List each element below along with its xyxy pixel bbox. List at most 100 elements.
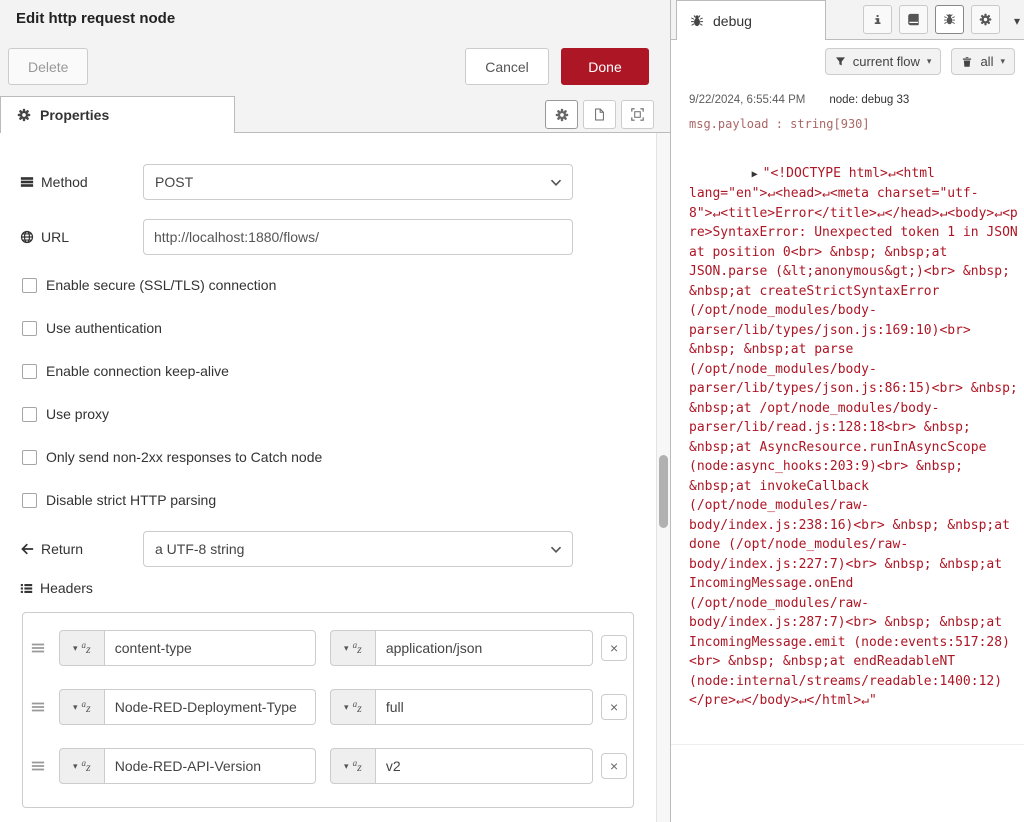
option-label: Use authentication (46, 320, 162, 336)
tab-info-button[interactable] (863, 5, 892, 34)
node-settings-button[interactable] (545, 100, 578, 129)
disable-strict-parsing-checkbox[interactable] (22, 492, 37, 508)
option-use-proxy[interactable]: Use proxy (22, 405, 109, 423)
tab-debug[interactable]: debug (676, 0, 826, 40)
tab-help-button[interactable] (899, 5, 928, 34)
message-property: msg.payload : string[930] (689, 117, 870, 131)
string-type-icon: az (81, 698, 91, 715)
return-label: Return (20, 531, 83, 567)
header-name-input[interactable] (104, 689, 317, 725)
edit-dialog: Edit http request node Delete Cancel Don… (0, 0, 670, 822)
return-select[interactable]: a UTF-8 string (143, 531, 573, 567)
arrow-left-icon (20, 542, 34, 556)
option-enable-ssl[interactable]: Enable secure (SSL/TLS) connection (22, 276, 276, 294)
tasks-icon (20, 175, 34, 189)
string-type-icon: az (352, 639, 362, 656)
string-type-icon: az (81, 639, 91, 656)
edit-panel-scrollbar[interactable] (656, 133, 670, 822)
dialog-toolbar: Delete Cancel Done (0, 37, 670, 96)
option-label: Enable connection keep-alive (46, 363, 229, 379)
string-type-icon: az (81, 757, 91, 774)
tab-properties[interactable]: Properties (0, 96, 235, 133)
caret-down-icon: ▾ (344, 642, 349, 653)
scrollbar-thumb[interactable] (659, 455, 668, 528)
caret-down-icon: ▾ (72, 701, 78, 712)
funnel-icon (835, 56, 846, 67)
gear-icon (17, 108, 31, 122)
trash-icon (961, 56, 973, 68)
remove-header-button[interactable]: × (601, 694, 627, 720)
use-proxy-checkbox[interactable] (22, 406, 37, 422)
node-description-button[interactable] (583, 100, 616, 129)
header-value-type-button[interactable]: ▾ az (329, 748, 376, 784)
header-row: ▾ az ▾ az × (23, 689, 633, 725)
caret-down-icon: ▾ (72, 760, 78, 771)
option-disable-strict-parsing[interactable]: Disable strict HTTP parsing (22, 491, 216, 509)
option-label: Enable secure (SSL/TLS) connection (46, 277, 277, 293)
header-name-type-button[interactable]: ▾ az (58, 689, 105, 725)
headers-editable-list: ▾ az ▾ az × ▾ az (22, 612, 634, 808)
expand-arrow-icon[interactable]: ▶ (752, 169, 758, 180)
header-row: ▾ az ▾ az × (23, 630, 633, 666)
debug-filter-label: current flow (852, 54, 920, 69)
tab-debug-button[interactable] (935, 5, 964, 34)
message-payload: ▶ "<!DOCTYPE html>↵<html lang="en">↵<head… (689, 144, 1023, 730)
enable-ssl-checkbox[interactable] (22, 277, 37, 293)
header-name-type-button[interactable]: ▾ az (58, 630, 105, 666)
string-type-icon: az (352, 698, 362, 715)
header-name-input[interactable] (104, 748, 317, 784)
debug-message-list: 9/22/2024, 6:55:44 PM node: debug 33 msg… (671, 82, 1024, 745)
option-label: Only send non-2xx responses to Catch nod… (46, 449, 323, 465)
bug-icon (690, 14, 704, 28)
list-icon (20, 582, 33, 595)
method-select[interactable]: POST (143, 164, 573, 200)
properties-form: Method POST URL Enable secure (SSL/TLS) … (0, 133, 656, 822)
tab-properties-label: Properties (40, 107, 110, 123)
remove-header-button[interactable]: × (601, 753, 627, 779)
debug-message: 9/22/2024, 6:55:44 PM node: debug 33 msg… (671, 82, 1024, 745)
payload-text: "<!DOCTYPE html>↵<html lang="en">↵<head>… (689, 165, 1018, 709)
caret-down-icon: ▾ (72, 642, 78, 653)
option-label: Use proxy (46, 406, 110, 422)
header-value-type-button[interactable]: ▾ az (329, 630, 376, 666)
method-value: POST (155, 174, 194, 190)
dialog-header: Edit http request node (0, 0, 670, 37)
globe-icon (20, 230, 34, 244)
drag-handle-icon[interactable] (31, 759, 53, 773)
delete-button[interactable]: Delete (8, 48, 89, 85)
option-keep-alive[interactable]: Enable connection keep-alive (22, 362, 229, 380)
option-use-authentication[interactable]: Use authentication (22, 319, 162, 337)
header-value-input[interactable] (375, 630, 594, 666)
headers-label: Headers (20, 578, 93, 598)
header-name-input[interactable] (104, 630, 317, 666)
header-value-type-button[interactable]: ▾ az (329, 689, 376, 725)
sidebar-tabbar: debug ▾ (671, 0, 1024, 40)
remove-header-button[interactable]: × (601, 635, 627, 661)
debug-filter-button[interactable]: current flow ▾ (824, 48, 942, 75)
drag-handle-icon[interactable] (31, 700, 53, 714)
done-button[interactable]: Done (561, 48, 649, 85)
edit-tabbar: Properties (0, 96, 670, 133)
keep-alive-checkbox[interactable] (22, 363, 37, 379)
tab-config-button[interactable] (971, 5, 1000, 34)
header-value-input[interactable] (375, 748, 594, 784)
cancel-button[interactable]: Cancel (465, 48, 549, 85)
drag-handle-icon[interactable] (31, 641, 53, 655)
url-label: URL (20, 219, 69, 255)
use-authentication-checkbox[interactable] (22, 320, 37, 336)
sidebar-icon-tabs (863, 5, 1000, 34)
header-value-input[interactable] (375, 689, 594, 725)
caret-down-icon: ▾ (1000, 56, 1005, 66)
caret-down-icon: ▾ (344, 701, 349, 712)
dialog-title: Edit http request node (16, 10, 176, 27)
non-2xx-catch-checkbox[interactable] (22, 449, 37, 465)
sidebar-menu-caret-icon[interactable]: ▾ (1014, 14, 1020, 28)
debug-clear-label: all (980, 54, 994, 69)
option-non-2xx-catch[interactable]: Only send non-2xx responses to Catch nod… (22, 448, 322, 466)
expand-editor-button[interactable] (621, 100, 654, 129)
tab-debug-label: debug (713, 12, 752, 29)
debug-clear-button[interactable]: all ▾ (951, 48, 1015, 75)
url-input[interactable] (143, 219, 573, 255)
message-timestamp: 9/22/2024, 6:55:44 PM (689, 94, 806, 106)
header-name-type-button[interactable]: ▾ az (58, 748, 105, 784)
